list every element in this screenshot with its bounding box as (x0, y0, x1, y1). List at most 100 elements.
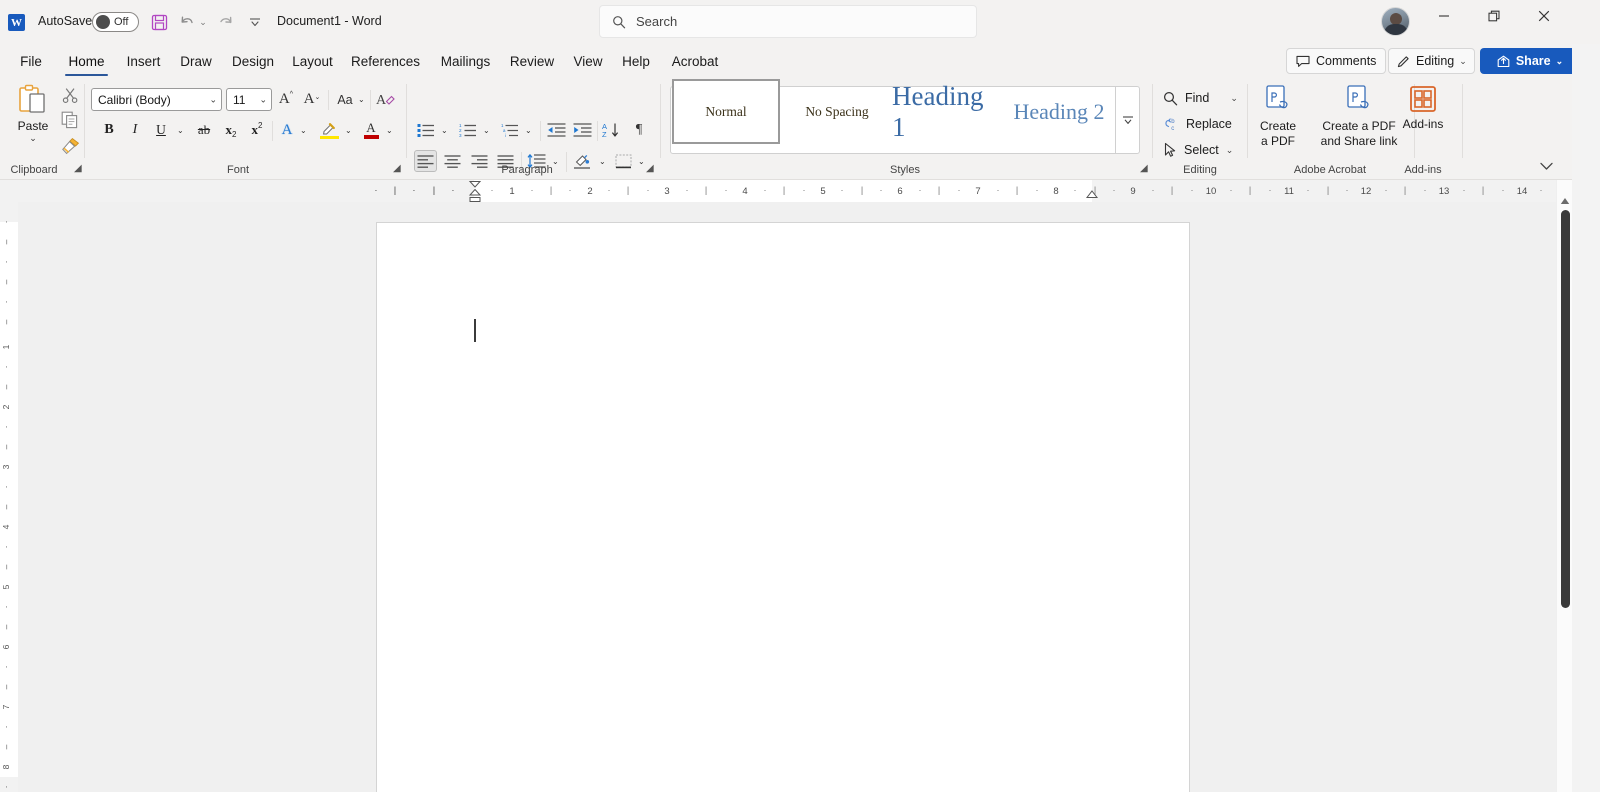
highlight-caret-icon[interactable]: ⌄ (345, 126, 352, 135)
create-pdf-and-share-link-button[interactable]: Create a PDF and Share link (1310, 84, 1408, 158)
select-caret-icon[interactable]: ⌄ (1226, 145, 1234, 156)
bullets-button[interactable] (414, 119, 437, 141)
tab-file[interactable]: File (8, 44, 54, 78)
superscript-button[interactable]: x 2 (246, 119, 268, 141)
shrink-font-button[interactable]: A ⌄ (301, 88, 323, 111)
share-button[interactable]: Share ⌄ (1480, 48, 1580, 74)
underline-button[interactable]: U (150, 119, 172, 141)
minimize-button[interactable] (1421, 0, 1467, 32)
strikethrough-button[interactable]: ab (192, 119, 216, 141)
scroll-up-arrow-icon[interactable] (1557, 194, 1573, 208)
redo-icon[interactable] (213, 10, 239, 34)
increase-indent-button[interactable] (571, 119, 594, 141)
style-no-spacing[interactable]: No Spacing (784, 79, 890, 144)
tab-design[interactable]: Design (222, 44, 284, 78)
numbering-caret-icon[interactable]: ⌄ (483, 126, 490, 135)
text-effects-caret-icon[interactable]: ⌄ (300, 126, 307, 135)
document-canvas[interactable] (18, 202, 1556, 792)
paste-button[interactable]: Paste ⌄ (8, 83, 58, 161)
font-color-caret-icon[interactable]: ⌄ (386, 126, 393, 135)
replace-button[interactable]: b c Replace (1163, 112, 1232, 136)
style-normal[interactable]: Normal (672, 79, 780, 144)
subscript-button[interactable]: x 2 (220, 119, 242, 141)
replace-icon: b c (1165, 117, 1175, 132)
style-heading-1[interactable]: Heading 1 (892, 79, 1000, 144)
style-heading-2[interactable]: Heading 2 (1004, 79, 1114, 144)
font-color-swatch (363, 135, 379, 139)
document-page[interactable] (376, 222, 1190, 792)
multilevel-caret-icon[interactable]: ⌄ (525, 126, 532, 135)
select-button[interactable]: Select ⌄ (1163, 138, 1233, 162)
styles-dialog-launcher[interactable]: ◢ (1140, 163, 1152, 175)
vertical-scrollbar[interactable] (1556, 180, 1572, 792)
tab-help[interactable]: Help (612, 44, 660, 78)
sort-button[interactable]: A Z (600, 119, 623, 141)
save-icon[interactable] (146, 10, 172, 34)
avatar[interactable] (1381, 7, 1410, 36)
tab-home[interactable]: Home (57, 44, 116, 78)
undo-dropdown-caret-icon[interactable]: ⌄ (196, 10, 210, 34)
tab-references[interactable]: References (341, 44, 430, 78)
font-dialog-launcher[interactable]: ◢ (393, 163, 405, 175)
editing-mode-button[interactable]: Editing ⌄ (1388, 48, 1475, 74)
svg-text:·: · (608, 185, 611, 195)
styles-more-button[interactable] (1115, 86, 1140, 154)
font-color-button[interactable]: A (360, 119, 382, 141)
tab-acrobat[interactable]: Acrobat (660, 44, 730, 78)
underline-caret-icon[interactable]: ⌄ (177, 126, 184, 135)
editing-caret-icon[interactable]: ⌄ (1459, 56, 1467, 67)
search-icon (1163, 91, 1178, 105)
close-button[interactable] (1521, 0, 1567, 32)
decrease-indent-button[interactable] (545, 119, 568, 141)
comments-button[interactable]: Comments (1286, 48, 1387, 74)
create-a-pdf-button[interactable]: Create a PDF (1252, 84, 1304, 158)
chevron-down-icon[interactable]: ⌄ (209, 94, 217, 105)
bold-button[interactable]: B (98, 119, 120, 141)
scrollbar-thumb[interactable] (1561, 210, 1570, 608)
clipboard-dialog-launcher[interactable]: ◢ (74, 163, 86, 175)
first-line-indent-marker[interactable] (467, 180, 483, 202)
clear-formatting-button[interactable]: A (374, 88, 398, 111)
show-formatting-marks-button[interactable]: ¶ (628, 119, 650, 141)
multilevel-list-button[interactable]: 1 a i (498, 119, 521, 141)
copy-button[interactable] (57, 108, 83, 132)
decrease-indent-icon (547, 123, 566, 137)
text-effects-button[interactable]: A (276, 119, 298, 141)
find-button[interactable]: Find ⌄ (1163, 86, 1238, 110)
change-case-caret-icon[interactable]: ⌄ (358, 95, 365, 104)
autosave-toggle[interactable]: Off (92, 12, 139, 32)
tab-insert[interactable]: Insert (117, 44, 170, 78)
svg-text:Z: Z (602, 130, 607, 138)
collapse-ribbon-button[interactable] (1536, 157, 1556, 175)
font-name-combobox[interactable]: Calibri (Body) ⌄ (91, 88, 222, 111)
share-caret-icon[interactable]: ⌄ (1556, 56, 1564, 67)
horizontal-ruler[interactable]: · | · | · 1 2 3 4 5 6 7 8 9 10 11 12 13 14 (0, 180, 1556, 202)
text-highlight-button[interactable] (317, 119, 341, 141)
change-case-button[interactable]: Aa (332, 88, 358, 111)
customize-quick-access-icon[interactable] (242, 10, 268, 34)
cut-button[interactable] (57, 83, 83, 107)
tab-mailings[interactable]: Mailings (430, 44, 501, 78)
grow-font-button[interactable]: A ^ (275, 88, 297, 111)
scissors-icon (62, 87, 77, 103)
bullets-caret-icon[interactable]: ⌄ (441, 126, 448, 135)
find-caret-icon[interactable]: ⌄ (1230, 93, 1238, 104)
add-ins-button[interactable]: Add-ins (1396, 84, 1450, 158)
paragraph-dialog-launcher[interactable]: ◢ (646, 163, 658, 175)
svg-text:6: 6 (1, 644, 11, 649)
italic-button[interactable]: I (124, 119, 146, 141)
svg-text:–: – (1, 744, 11, 749)
format-painter-button[interactable] (57, 134, 83, 158)
svg-text:·: · (374, 185, 377, 196)
numbering-button[interactable]: 1 2 3 (456, 119, 479, 141)
tab-draw[interactable]: Draw (170, 44, 222, 78)
tab-view[interactable]: View (564, 44, 612, 78)
tab-layout[interactable]: Layout (283, 44, 342, 78)
tab-review[interactable]: Review (500, 44, 564, 78)
search-input[interactable]: Search (599, 5, 977, 38)
chevron-down-icon[interactable]: ⌄ (259, 94, 267, 105)
paste-caret-icon[interactable]: ⌄ (29, 133, 37, 143)
restore-button[interactable] (1471, 0, 1517, 32)
font-size-combobox[interactable]: 11 ⌄ (226, 88, 272, 111)
right-indent-marker[interactable] (1084, 189, 1100, 202)
